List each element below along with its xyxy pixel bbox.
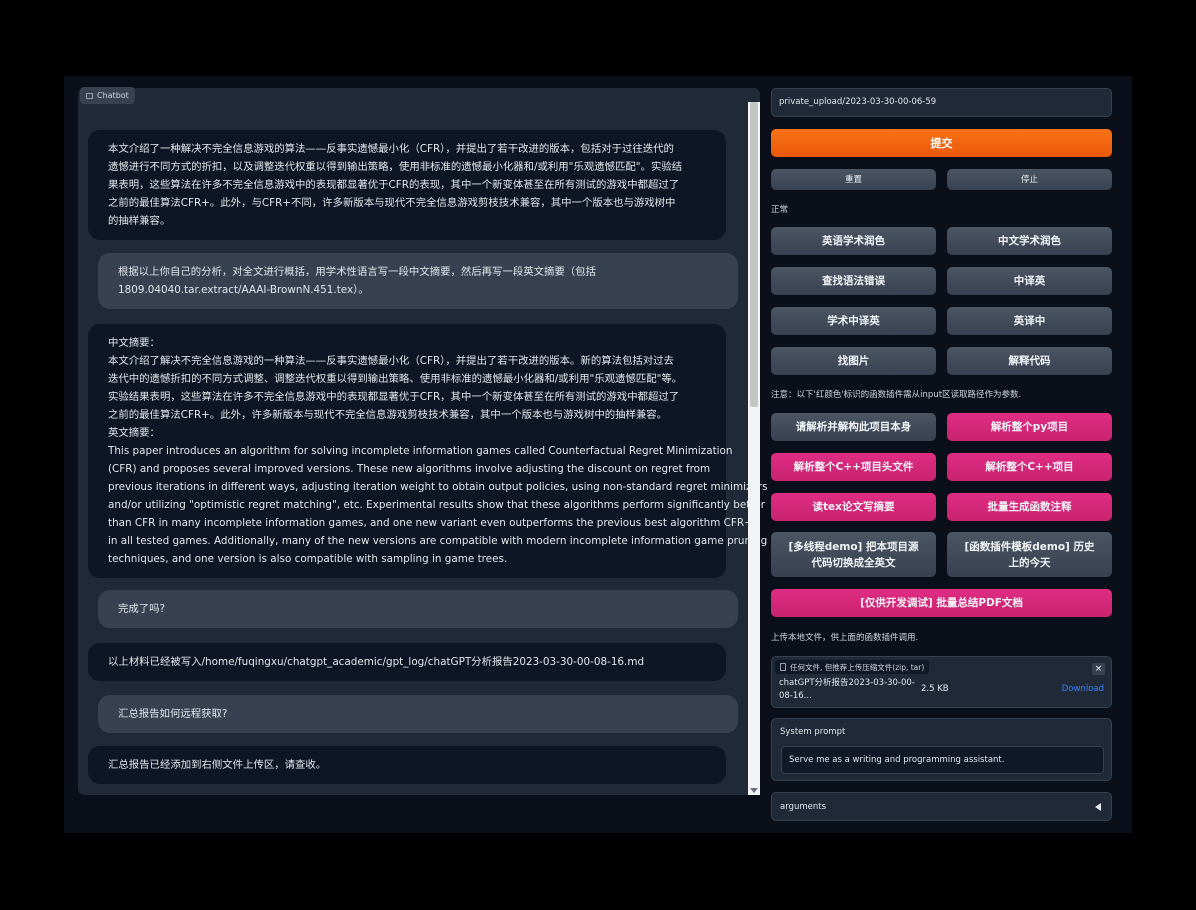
file-upload-area[interactable]: 任何文件, 但推荐上传压缩文件(zip, tar) × chatGPT分析报告2… (771, 656, 1112, 708)
message-line: 本文介绍了解决不完全信息游戏的一种算法——反事实遗憾最小化（CFR），并提出了若… (108, 355, 674, 367)
message-line: 1809.04040.tar.extract/AAAI-BrownN.451.t… (118, 284, 369, 296)
reset-button[interactable]: 重置 (771, 169, 936, 190)
bot-message: 中文摘要： 本文介绍了解决不完全信息游戏的一种算法——反事实遗憾最小化（CFR），… (88, 324, 768, 578)
chatbot-label: Chatbot (80, 87, 135, 104)
batch-comments-button[interactable]: 批量生成函数注释 (947, 493, 1112, 521)
submit-button[interactable]: 提交 (771, 129, 1112, 157)
user-message: 汇总报告如何远程获取? (98, 695, 738, 733)
multithread-demo-button[interactable]: [多线程demo] 把本项目源代码切换成全英文 (771, 532, 936, 577)
message-line: 果表明，这些算法在许多不完全信息游戏中的表现都显著优于CFR的表现，其中一个新变… (108, 179, 680, 191)
section-common-label: 正常 (771, 205, 789, 215)
message-line: 实验结果表明，这些算法在许多不完全信息游戏中的表现都显著优于CFR，其中一个新变… (108, 391, 680, 403)
parse-cpp-headers-button[interactable]: 解析整个C++项目头文件 (771, 453, 936, 481)
arguments-label: arguments (780, 802, 826, 812)
upload-hint: 任何文件, 但推荐上传压缩文件(zip, tar) (775, 660, 930, 674)
message-line: 汇总报告如何远程获取? (118, 708, 228, 720)
user-message: 根据以上你自己的分析，对全文进行概括，用学术性语言写一段中文摘要，然后再写一段英… (98, 253, 738, 309)
chatbot-panel: Chatbot 本文介绍了一种解决不完全信息游戏的算法——反事实遗憾最小化（CF… (78, 87, 768, 795)
message-line: 之前的最佳算法CFR+。此外，许多新版本与现代不完全信息游戏剪枝技术兼容，其中一… (108, 409, 668, 421)
parse-py-project-button[interactable]: 解析整个py项目 (947, 413, 1112, 441)
arguments-accordion[interactable]: arguments (771, 792, 1112, 821)
system-prompt-label: System prompt (780, 727, 846, 737)
grammar-check-button[interactable]: 查找语法错误 (771, 267, 936, 295)
message-line: in all tested games. Additionally, many … (108, 535, 768, 547)
message-line: previous iterations in different ways, a… (108, 481, 768, 493)
plugin-note: 注意：以下'红颜色'标识的函数插件需从input区读取路径作为参数. (771, 390, 1022, 400)
bot-message: 以上材料已经被写入/home/fuqingxu/chatgpt_academic… (88, 643, 726, 681)
system-prompt-input[interactable]: Serve me as a writing and programming as… (781, 746, 1104, 774)
message-line: 英文摘要： (108, 427, 160, 439)
message-line: 完成了吗? (118, 603, 166, 615)
message-line: than CFR in many incomplete information … (108, 517, 753, 529)
message-line: techniques, and one version is also comp… (108, 553, 508, 565)
message-line: 汇总报告已经添加到右侧文件上传区，请查收。 (108, 759, 327, 771)
parse-self-button[interactable]: 请解析并解构此项目本身 (771, 413, 936, 441)
message-line: (CFR) and proposes several improved vers… (108, 463, 711, 475)
message-line: 遗憾进行不同方式的折扣，以及调整迭代权重以得到输出策略，使用非标准的遗憾最小化器… (108, 161, 683, 173)
history-today-demo-button[interactable]: [函数插件模板demo] 历史上的今天 (947, 532, 1112, 577)
english-polish-button[interactable]: 英语学术润色 (771, 227, 936, 255)
en-to-zh-button[interactable]: 英译中 (947, 307, 1112, 335)
collapse-triangle-icon[interactable] (1095, 803, 1101, 811)
main-input[interactable]: private_upload/2023-03-30-00-06-59 (771, 88, 1112, 117)
message-line: 以上材料已经被写入/home/fuqingxu/chatgpt_academic… (108, 656, 645, 668)
explain-code-button[interactable]: 解释代码 (947, 347, 1112, 375)
message-line: 迭代中的遗憾折扣的不同方式调整、调整迭代权重以得到输出策略、使用非标准的遗憾最小… (108, 373, 683, 385)
upload-note: 上传本地文件，供上面的函数插件调用. (771, 633, 919, 643)
uploaded-file-size: 2.5 KB (921, 684, 949, 694)
find-image-button[interactable]: 找图片 (771, 347, 936, 375)
tex-abstract-button[interactable]: 读tex论文写摘要 (771, 493, 936, 521)
bot-message: 本文介绍了一种解决不完全信息游戏的算法——反事实遗憾最小化（CFR），并提出了若… (88, 130, 726, 240)
parse-cpp-project-button[interactable]: 解析整个C++项目 (947, 453, 1112, 481)
download-link[interactable]: Download (1062, 684, 1104, 694)
system-prompt-panel: System prompt Serve me as a writing and … (771, 718, 1112, 781)
chat-icon (86, 92, 93, 99)
close-icon[interactable]: × (1092, 663, 1105, 675)
message-line: This paper introduces an algorithm for s… (108, 445, 733, 457)
file-icon (780, 663, 786, 671)
chat-scrollbar[interactable] (748, 102, 760, 795)
user-message: 完成了吗? (98, 590, 738, 628)
uploaded-file-name: chatGPT分析报告2023-03-30-00-08-16... (779, 678, 915, 701)
message-line: 的抽样兼容。 (108, 215, 171, 227)
batch-pdf-summary-button[interactable]: [仅供开发调试] 批量总结PDF文档 (771, 589, 1112, 617)
chinese-polish-button[interactable]: 中文学术润色 (947, 227, 1112, 255)
message-line: and/or utilizing "optimistic regret matc… (108, 499, 766, 511)
message-line: 中文摘要： (108, 337, 160, 349)
message-line: 本文介绍了一种解决不完全信息游戏的算法——反事实遗憾最小化（CFR），并提出了若… (108, 143, 674, 155)
message-line: 之前的最佳算法CFR+。此外，与CFR+不同，许多新版本与现代不完全信息游戏剪枝… (108, 197, 676, 209)
app-root: Chatbot 本文介绍了一种解决不完全信息游戏的算法——反事实遗憾最小化（CF… (64, 76, 1132, 833)
scrollbar-thumb[interactable] (750, 102, 758, 407)
zh-to-en-button[interactable]: 中译英 (947, 267, 1112, 295)
stop-button[interactable]: 停止 (947, 169, 1112, 190)
message-line: 根据以上你自己的分析，对全文进行概括，用学术性语言写一段中文摘要，然后再写一段英… (118, 266, 596, 278)
bot-message: 汇总报告已经添加到右侧文件上传区，请查收。 (88, 746, 726, 784)
scroll-down-arrow-icon[interactable] (750, 788, 758, 793)
academic-zh-to-en-button[interactable]: 学术中译英 (771, 307, 936, 335)
